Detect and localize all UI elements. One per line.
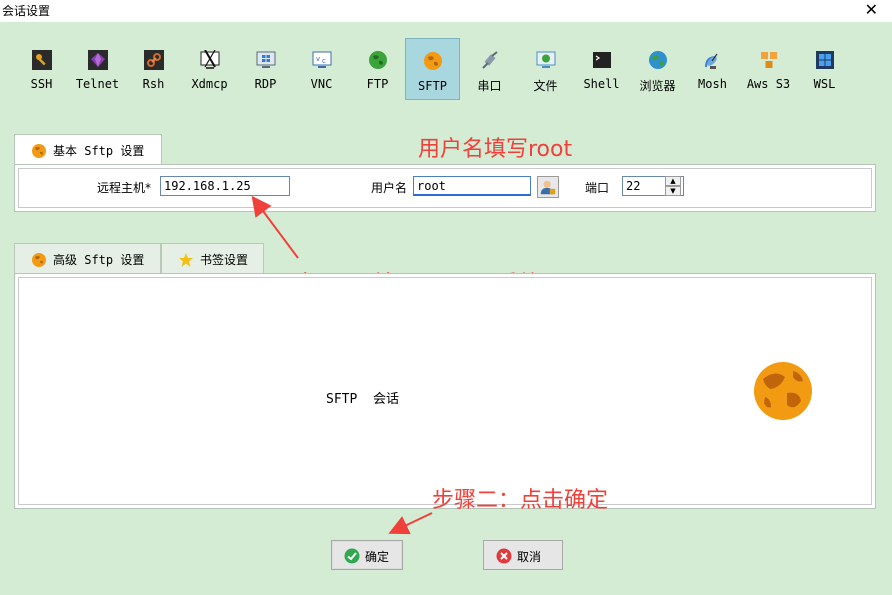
tool-label: VNC bbox=[310, 77, 333, 91]
user-icon bbox=[540, 180, 556, 195]
tool-label: Telnet bbox=[75, 77, 120, 91]
session-info-frame bbox=[18, 277, 872, 505]
tool-wsl[interactable]: WSL bbox=[797, 38, 852, 100]
key-icon bbox=[31, 50, 52, 70]
satellite-icon bbox=[704, 53, 717, 69]
ok-label: 确定 bbox=[365, 550, 390, 564]
remote-host-input[interactable] bbox=[160, 176, 290, 196]
tool-label: Xdmcp bbox=[191, 77, 228, 91]
gem-icon bbox=[87, 50, 108, 70]
username-label: 用户名 bbox=[371, 181, 408, 195]
orange-globe-icon bbox=[32, 144, 46, 158]
cubes-icon bbox=[760, 52, 777, 68]
port-stepper[interactable]: ▲ ▼ bbox=[665, 176, 681, 196]
window-titlebar: 会话设置 ✕ bbox=[0, 0, 892, 22]
tool-serial[interactable]: 串口 bbox=[462, 38, 517, 100]
tool-telnet[interactable]: Telnet bbox=[70, 38, 125, 100]
star-icon bbox=[179, 253, 193, 267]
browser-globe-icon bbox=[648, 51, 667, 69]
green-globe-icon bbox=[368, 51, 387, 69]
window-title: 会话设置 bbox=[2, 4, 51, 18]
tool-label: Mosh bbox=[698, 77, 727, 91]
tool-sftp[interactable]: SFTP bbox=[405, 38, 460, 100]
tool-xdmcp[interactable]: Xdmcp bbox=[182, 38, 237, 100]
port-label: 端口 bbox=[585, 181, 610, 195]
x-monitor-icon bbox=[199, 50, 220, 69]
tool-ssh[interactable]: SSH bbox=[14, 38, 69, 100]
file-monitor-icon bbox=[536, 51, 555, 68]
close-button[interactable]: ✕ bbox=[865, 0, 878, 20]
tool-mosh[interactable]: Mosh bbox=[685, 38, 740, 100]
svg-text:c: c bbox=[322, 57, 326, 65]
tool-label: Rsh bbox=[142, 77, 165, 91]
tool-vnc[interactable]: vc VNC bbox=[294, 38, 349, 100]
select-user-button[interactable] bbox=[537, 176, 559, 198]
close-circle-icon bbox=[496, 548, 512, 564]
tab-advanced-sftp-settings[interactable]: 高级 Sftp 设置 bbox=[14, 243, 161, 273]
tab-label: 书签设置 bbox=[200, 253, 249, 267]
tab-label: 高级 Sftp 设置 bbox=[53, 253, 145, 267]
tool-label: Shell bbox=[583, 77, 620, 91]
annotation-username: 用户名填写root bbox=[418, 137, 573, 162]
tab-label: 基本 Sftp 设置 bbox=[53, 144, 145, 158]
tool-aws-s3[interactable]: Aws S3 bbox=[741, 38, 796, 100]
windows-monitor-icon bbox=[256, 51, 275, 68]
tab-bookmark-settings[interactable]: 书签设置 bbox=[161, 243, 264, 273]
arrow-to-ok-button bbox=[388, 512, 433, 535]
cancel-label: 取消 bbox=[517, 550, 542, 564]
tool-label: FTP bbox=[366, 77, 389, 91]
tool-label: 浏览器 bbox=[639, 79, 676, 93]
windows-logo-icon bbox=[815, 51, 834, 69]
tool-label: RDP bbox=[254, 77, 277, 91]
tool-ftp[interactable]: FTP bbox=[350, 38, 405, 100]
port-decrement-button[interactable]: ▼ bbox=[665, 186, 681, 196]
orange-globe-icon bbox=[32, 253, 46, 267]
annotation-step2: 步骤二：点击确定 bbox=[432, 488, 609, 513]
tool-rsh[interactable]: Rsh bbox=[126, 38, 181, 100]
tool-label: WSL bbox=[813, 77, 836, 91]
tool-label: 串口 bbox=[477, 79, 502, 93]
tool-label: Aws S3 bbox=[746, 77, 791, 91]
svg-text:v: v bbox=[316, 55, 320, 63]
terminal-icon bbox=[592, 52, 611, 68]
tool-label: 文件 bbox=[533, 79, 558, 93]
orange-globe-icon bbox=[423, 52, 442, 70]
ok-button[interactable]: 确定 bbox=[331, 540, 403, 570]
username-input[interactable] bbox=[413, 176, 531, 196]
vnc-monitor-icon: vc bbox=[312, 51, 331, 68]
cancel-button[interactable]: 取消 bbox=[483, 540, 563, 570]
port-increment-button[interactable]: ▲ bbox=[665, 176, 681, 186]
tool-label: SFTP bbox=[418, 79, 447, 93]
large-orange-globe-icon bbox=[754, 362, 812, 420]
tool-rdp[interactable]: RDP bbox=[238, 38, 293, 100]
tool-label: SSH bbox=[30, 77, 53, 91]
remote-host-label: 远程主机* bbox=[97, 181, 152, 195]
basic-settings-panel: 远程主机* 用户名 端口 ▲ ▼ bbox=[14, 164, 876, 212]
serial-plug-icon bbox=[481, 51, 498, 69]
tab-basic-sftp-settings[interactable]: 基本 Sftp 设置 bbox=[14, 134, 162, 164]
tool-browser[interactable]: 浏览器 bbox=[630, 38, 685, 100]
session-type-toolbar: SSH Telnet Rsh Xdmcp RDP vc VNC FTP SFTP… bbox=[14, 38, 874, 102]
check-icon bbox=[344, 548, 360, 564]
tool-file[interactable]: 文件 bbox=[518, 38, 573, 100]
tool-shell[interactable]: Shell bbox=[574, 38, 629, 100]
session-description: SFTP 会话 bbox=[326, 392, 399, 407]
session-info-panel bbox=[14, 273, 876, 509]
link-icon bbox=[143, 50, 164, 70]
